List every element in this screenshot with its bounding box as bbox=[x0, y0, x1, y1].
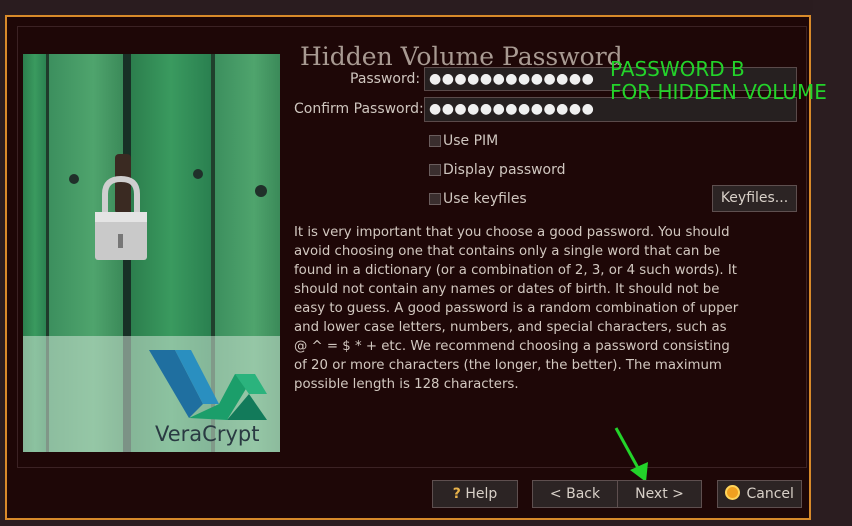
annotation-line-2: FOR HIDDEN VOLUME bbox=[610, 80, 827, 104]
password-label: Password: bbox=[350, 71, 421, 87]
display-password-checkbox[interactable]: Display password bbox=[429, 162, 566, 178]
help-icon: ? bbox=[452, 486, 461, 502]
cancel-label: Cancel bbox=[746, 486, 794, 502]
wizard-side-image: VeraCrypt bbox=[23, 54, 280, 452]
checkbox-box[interactable] bbox=[429, 193, 441, 205]
use-pim-label: Use PIM bbox=[443, 133, 499, 149]
confirm-password-label: Confirm Password: bbox=[294, 101, 424, 117]
use-keyfiles-label: Use keyfiles bbox=[443, 191, 527, 207]
padlock-door-illustration bbox=[23, 54, 280, 452]
arrow-annotation-icon bbox=[614, 427, 648, 482]
back-button[interactable]: < Back bbox=[532, 480, 618, 508]
keyfiles-button[interactable]: Keyfiles... bbox=[712, 185, 797, 212]
checkbox-box[interactable] bbox=[429, 164, 441, 176]
use-pim-checkbox[interactable]: Use PIM bbox=[429, 133, 498, 149]
password-advice-text: It is very important that you choose a g… bbox=[294, 225, 739, 392]
cancel-button[interactable]: Cancel bbox=[717, 480, 802, 508]
checkbox-box[interactable] bbox=[429, 135, 441, 147]
cancel-icon bbox=[725, 485, 741, 500]
use-keyfiles-checkbox[interactable]: Use keyfiles bbox=[429, 191, 527, 207]
help-button[interactable]: ? Help bbox=[432, 480, 518, 508]
help-label: Help bbox=[465, 486, 498, 502]
display-password-label: Display password bbox=[443, 162, 566, 178]
annotation-line-1: PASSWORD B bbox=[610, 57, 745, 81]
desktop-top-strip bbox=[0, 0, 852, 14]
veracrypt-logo-text: VeraCrypt bbox=[155, 422, 260, 446]
next-button[interactable]: Next > bbox=[617, 480, 702, 508]
overlay-annotation: PASSWORD B FOR HIDDEN VOLUME bbox=[610, 58, 827, 104]
